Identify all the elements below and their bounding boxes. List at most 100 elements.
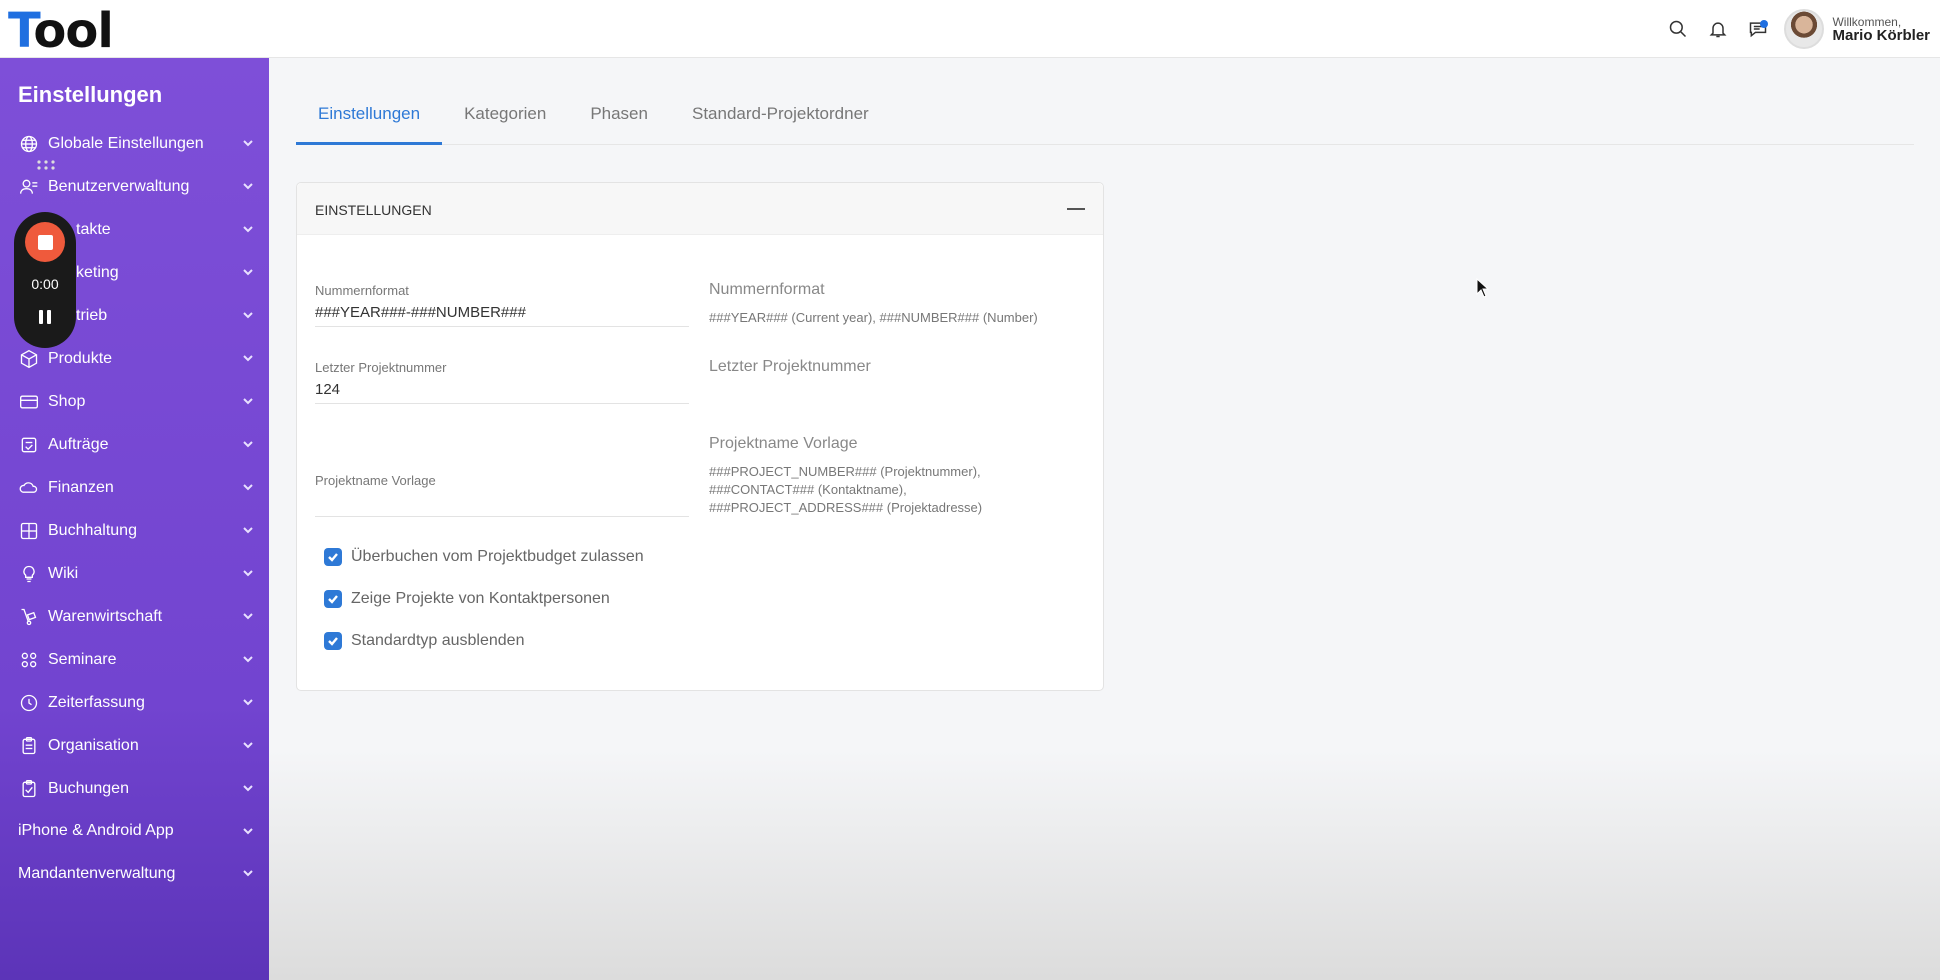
number-format-label: Nummernformat [315, 283, 409, 298]
project-name-template-field[interactable]: Projektname Vorlage [315, 473, 689, 517]
sidebar-item-label: Shop [48, 392, 86, 410]
stop-recording-button[interactable] [25, 222, 65, 262]
project-name-template-input[interactable] [315, 494, 689, 516]
sidebar-item-wiki[interactable]: Wiki [0, 552, 269, 595]
chevron-down-icon [241, 136, 255, 150]
checkbox-label: Überbuchen vom Projektbudget zulassen [351, 548, 644, 565]
app-logo[interactable]: Tool [8, 6, 114, 56]
mouse-cursor-icon [1476, 278, 1490, 298]
dolly-icon [18, 606, 40, 628]
project-name-template-help-title: Projektname Vorlage [709, 435, 858, 452]
sidebar-item-label: trieb [76, 306, 108, 324]
project-name-template-help-line: ###PROJECT_ADDRESS### (Projektadresse) [709, 500, 983, 515]
tab-bar: Einstellungen Kategorien Phasen Standard… [296, 98, 1914, 145]
top-actions: Willkommen, Mario Körbler [1658, 0, 1940, 58]
screen-recorder-widget: 0:00 [14, 212, 76, 348]
lightbulb-icon [18, 563, 40, 585]
sidebar-item-label: Globale Einstellungen [48, 134, 204, 152]
search-icon[interactable] [1658, 0, 1698, 58]
chevron-down-icon [241, 308, 255, 322]
project-name-template-help: Projektname Vorlage ###PROJECT_NUMBER###… [709, 435, 1099, 517]
last-project-number-field[interactable]: Letzter Projektnummer 124 [315, 360, 689, 404]
pause-recording-button[interactable] [14, 308, 76, 326]
chevron-down-icon [241, 394, 255, 408]
sidebar: Einstellungen Globale Einstellungen Benu… [0, 58, 269, 980]
sidebar-item-buchhaltung[interactable]: Buchhaltung [0, 509, 269, 552]
avatar[interactable] [1784, 9, 1825, 49]
number-format-input[interactable]: ###YEAR###-###NUMBER### [315, 304, 689, 326]
chat-icon[interactable] [1738, 0, 1778, 58]
sidebar-item-label: Aufträge [48, 435, 109, 453]
sidebar-item-label: Wiki [48, 564, 79, 582]
checkbox-label: Standardtyp ausblenden [351, 632, 525, 649]
chevron-down-icon [241, 351, 255, 365]
sidebar-item-mandantenverwaltung[interactable]: Mandantenverwaltung [0, 852, 269, 895]
chevron-down-icon [241, 566, 255, 580]
chevron-down-icon [241, 265, 255, 279]
number-format-help-title: Nummernformat [709, 281, 825, 298]
checkbox-show-contact-projects[interactable]: Zeige Projekte von Kontaktpersonen [324, 590, 610, 608]
chevron-down-icon [241, 437, 255, 451]
top-bar: Tool Willkommen, Mario Körbler [0, 0, 1940, 58]
number-format-field[interactable]: Nummernformat ###YEAR###-###NUMBER### [315, 283, 689, 327]
project-name-template-help-line: ###PROJECT_NUMBER### (Projektnummer), [709, 464, 981, 479]
sidebar-item-label: iPhone & Android App [18, 822, 174, 839]
sidebar-item-label: Organisation [48, 736, 139, 754]
sidebar-item-label: Finanzen [48, 478, 114, 496]
orders-icon [18, 434, 40, 456]
settings-card: EINSTELLUNGEN Nummernformat ###YEAR###-#… [296, 182, 1104, 691]
user-greeting[interactable]: Willkommen, Mario Körbler [1832, 15, 1930, 43]
sidebar-item-benutzerverwaltung[interactable]: Benutzerverwaltung [0, 165, 269, 208]
seminar-icon [18, 649, 40, 671]
users-icon [18, 176, 40, 198]
chevron-down-icon [241, 179, 255, 193]
tab-phasen[interactable]: Phasen [568, 98, 670, 145]
chevron-down-icon [241, 781, 255, 795]
sidebar-item-shop[interactable]: Shop [0, 380, 269, 423]
sidebar-item-organisation[interactable]: Organisation [0, 724, 269, 767]
last-project-number-help-title: Letzter Projektnummer [709, 358, 871, 375]
sidebar-item-label: Benutzerverwaltung [48, 177, 190, 195]
checkbox-checked-icon[interactable] [324, 590, 342, 608]
clock-icon [18, 692, 40, 714]
sidebar-title: Einstellungen [18, 82, 163, 107]
recorder-drag-handle[interactable] [36, 158, 56, 170]
tab-einstellungen[interactable]: Einstellungen [296, 98, 443, 145]
chevron-down-icon [241, 695, 255, 709]
sidebar-item-zeiterfassung[interactable]: Zeiterfassung [0, 681, 269, 724]
last-project-number-input[interactable]: 124 [315, 381, 689, 403]
sidebar-item-buchungen[interactable]: Buchungen [0, 767, 269, 810]
checkbox-hide-default-type[interactable]: Standardtyp ausblenden [324, 632, 524, 650]
sidebar-item-label: takte [76, 220, 111, 238]
chevron-down-icon [241, 523, 255, 537]
sidebar-item-label: Mandantenverwaltung [18, 864, 176, 882]
stop-icon [37, 234, 53, 250]
number-format-help-text: ###YEAR### (Current year), ###NUMBER### … [709, 310, 1038, 325]
user-name: Mario Körbler [1832, 27, 1930, 44]
last-project-number-label: Letzter Projektnummer [315, 360, 447, 375]
clipboard-icon [18, 735, 40, 757]
chevron-down-icon [241, 222, 255, 236]
project-name-template-help-line: ###CONTACT### (Kontaktname), [709, 482, 907, 497]
card-title: EINSTELLUNGEN [315, 202, 432, 218]
sidebar-item-finanzen[interactable]: Finanzen [0, 466, 269, 509]
sidebar-item-mobile-app[interactable]: iPhone & Android App [0, 810, 269, 852]
collapse-icon[interactable] [1067, 208, 1085, 210]
box-icon [18, 348, 40, 370]
sidebar-item-label: Produkte [48, 349, 113, 367]
chevron-down-icon [241, 824, 255, 838]
checkbox-checked-icon[interactable] [324, 548, 342, 566]
pause-icon [39, 310, 51, 324]
checkbox-checked-icon[interactable] [324, 632, 342, 650]
sidebar-item-auftraege[interactable]: Aufträge [0, 423, 269, 466]
chevron-down-icon [241, 652, 255, 666]
chevron-down-icon [241, 738, 255, 752]
sidebar-item-label: Buchungen [48, 779, 129, 797]
bell-icon[interactable] [1698, 0, 1738, 58]
sidebar-item-seminare[interactable]: Seminare [0, 638, 269, 681]
chevron-down-icon [241, 866, 255, 880]
tab-kategorien[interactable]: Kategorien [442, 98, 568, 145]
tab-standard-projektordner[interactable]: Standard-Projektordner [670, 98, 891, 145]
checkbox-allow-overbooking[interactable]: Überbuchen vom Projektbudget zulassen [324, 548, 644, 566]
sidebar-item-warenwirtschaft[interactable]: Warenwirtschaft [0, 595, 269, 638]
